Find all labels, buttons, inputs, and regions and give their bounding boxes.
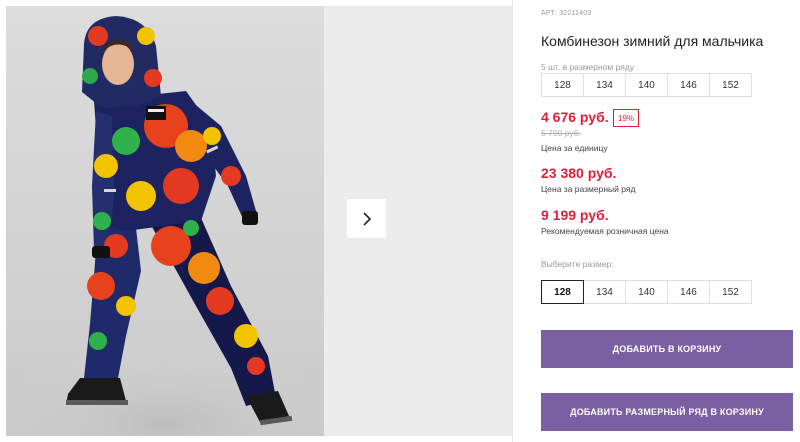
size-run-item: 140 [625, 73, 668, 97]
product-title: Комбинезон зимний для мальчика [541, 33, 764, 49]
product-photo[interactable] [6, 6, 324, 436]
size-run-item: 146 [667, 73, 710, 97]
old-price: 5 790 руб. [541, 128, 581, 138]
size-run-list: 128 134 140 146 152 [541, 73, 752, 97]
rrp-label: Рекомендуемая розничная цена [541, 226, 669, 236]
run-price-label: Цена за размерный ряд [541, 184, 636, 194]
choose-size-label: Выберите размер: [541, 259, 614, 269]
product-photo-illustration [6, 16, 324, 436]
add-size-run-to-cart-button[interactable]: ДОБАВИТЬ РАЗМЕРНЫЙ РЯД В КОРЗИНУ [541, 393, 793, 431]
next-image-button[interactable] [347, 199, 386, 238]
size-run-label: 5 шт. в размерном ряду [541, 62, 635, 72]
sku-label: АРТ: 32211403 [541, 10, 592, 17]
size-option-selected[interactable]: 128 [541, 280, 584, 304]
recommended-retail-price: 9 199 руб. [541, 207, 609, 223]
size-option[interactable]: 140 [625, 280, 668, 304]
size-run-item: 128 [541, 73, 584, 97]
discount-badge: 19% [613, 109, 640, 127]
chevron-right-icon [362, 211, 371, 226]
current-price: 4 676 руб. [541, 109, 609, 125]
size-option[interactable]: 152 [709, 280, 752, 304]
panel-divider [512, 0, 513, 442]
size-option[interactable]: 146 [667, 280, 710, 304]
unit-price-label: Цена за единицу [541, 143, 608, 153]
product-info-panel: АРТ: 32211403 Комбинезон зимний для маль… [541, 0, 800, 442]
product-gallery [0, 0, 513, 442]
size-run-item: 152 [709, 73, 752, 97]
size-run-item: 134 [583, 73, 626, 97]
size-picker: 128 134 140 146 152 [541, 280, 752, 304]
add-to-cart-button[interactable]: ДОБАВИТЬ В КОРЗИНУ [541, 330, 793, 368]
size-option[interactable]: 134 [583, 280, 626, 304]
run-price: 23 380 руб. [541, 165, 617, 181]
